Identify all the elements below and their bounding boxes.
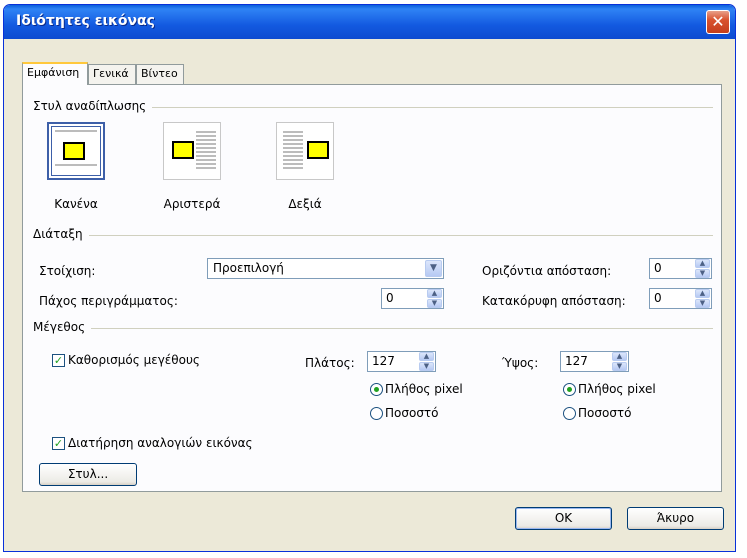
text-lines: [196, 131, 216, 171]
border-label: Πάχος περιγράμματος:: [39, 294, 178, 308]
divider: [33, 328, 713, 329]
spin-up-icon[interactable]: ▲: [695, 259, 710, 268]
height-percent-radio[interactable]: [563, 407, 576, 420]
spin-down-icon[interactable]: ▼: [695, 299, 710, 308]
radio-selected-dot: [374, 387, 379, 392]
spin-down-icon[interactable]: ▼: [695, 269, 710, 278]
height-stepper[interactable]: 127 ▲ ▼: [560, 351, 629, 372]
height-label: Ύψος:: [502, 356, 539, 370]
width-pixels-radio[interactable]: [370, 383, 383, 396]
checkmark-icon: ✓: [53, 437, 64, 450]
wrap-style-heading: Στυλ αναδίπλωσης: [33, 99, 153, 113]
wrap-none-label: Κανένα: [54, 197, 98, 211]
height-pixels-label: Πλήθος pixel: [578, 382, 656, 396]
spin-down-icon[interactable]: ▼: [427, 299, 442, 308]
keep-ratio-checkbox[interactable]: ✓: [52, 437, 65, 450]
vspace-stepper[interactable]: 0 ▲ ▼: [649, 288, 712, 309]
spin-up-icon[interactable]: ▲: [695, 289, 710, 298]
image-placeholder-icon: [63, 142, 85, 160]
text-lines: [283, 131, 303, 171]
size-heading: Μέγεθος: [33, 320, 92, 334]
alignment-select[interactable]: Προεπιλογή ▼: [207, 258, 444, 279]
chevron-down-icon[interactable]: ▼: [425, 260, 442, 277]
width-percent-radio[interactable]: [370, 407, 383, 420]
spin-up-icon[interactable]: ▲: [419, 352, 434, 361]
wrap-none-button[interactable]: [47, 122, 105, 180]
hspace-value: 0: [654, 261, 662, 275]
radio-selected-dot: [567, 387, 572, 392]
width-label: Πλάτος:: [305, 356, 355, 370]
wrap-left-button[interactable]: [163, 122, 221, 180]
hspace-stepper[interactable]: 0 ▲ ▼: [649, 258, 712, 279]
wrap-right-button[interactable]: [276, 122, 334, 180]
checkmark-icon: ✓: [53, 354, 64, 367]
specify-size-checkbox[interactable]: ✓: [52, 354, 65, 367]
close-button[interactable]: ✕: [706, 10, 730, 34]
alignment-label: Στοίχιση:: [39, 264, 96, 278]
dialog-title: Ιδιότητες εικόνας: [16, 13, 155, 29]
height-percent-label: Ποσοστό: [578, 406, 632, 420]
title-bar[interactable]: Ιδιότητες εικόνας ✕: [4, 5, 735, 39]
alignment-value: Προεπιλογή: [213, 261, 284, 275]
width-pixels-label: Πλήθος pixel: [385, 382, 463, 396]
cancel-button[interactable]: Άκυρο: [627, 507, 724, 530]
vspace-value: 0: [654, 291, 662, 305]
wrap-right-label: Δεξιά: [288, 197, 322, 211]
height-value: 127: [565, 354, 588, 368]
close-icon: ✕: [711, 12, 725, 31]
style-button[interactable]: Στυλ...: [39, 463, 137, 486]
tab-general[interactable]: Γενικά: [88, 64, 136, 84]
tab-video[interactable]: Βίντεο: [136, 64, 184, 84]
appearance-panel: Στυλ αναδίπλωσης Κανένα Αριστερά Δεξιά Δ…: [22, 84, 722, 492]
text-lines: [55, 130, 97, 134]
image-placeholder-icon: [307, 141, 329, 159]
border-stepper[interactable]: 0 ▲ ▼: [381, 288, 444, 309]
layout-heading: Διάταξη: [33, 227, 89, 241]
divider: [33, 235, 713, 236]
vspace-label: Κατακόρυφη απόσταση:: [482, 294, 626, 308]
width-stepper[interactable]: 127 ▲ ▼: [367, 351, 436, 372]
spin-up-icon[interactable]: ▲: [612, 352, 627, 361]
keep-ratio-label: Διατήρηση αναλογιών εικόνας: [68, 436, 253, 450]
spin-down-icon[interactable]: ▼: [419, 362, 434, 371]
width-value: 127: [372, 354, 395, 368]
ok-button[interactable]: OK: [515, 507, 612, 530]
height-pixels-radio[interactable]: [563, 383, 576, 396]
width-percent-label: Ποσοστό: [385, 406, 439, 420]
image-placeholder-icon: [172, 141, 194, 159]
hspace-label: Οριζόντια απόσταση:: [482, 264, 612, 278]
spin-down-icon[interactable]: ▼: [612, 362, 627, 371]
wrap-left-label: Αριστερά: [163, 197, 221, 211]
border-value: 0: [386, 291, 394, 305]
tab-appearance[interactable]: Εμφάνιση: [22, 62, 88, 85]
image-properties-dialog: Ιδιότητες εικόνας ✕ Εμφάνιση Γενικά Βίντ…: [3, 4, 736, 552]
spin-up-icon[interactable]: ▲: [427, 289, 442, 298]
text-lines: [55, 164, 97, 168]
specify-size-label: Καθορισμός μεγέθους: [68, 353, 200, 367]
